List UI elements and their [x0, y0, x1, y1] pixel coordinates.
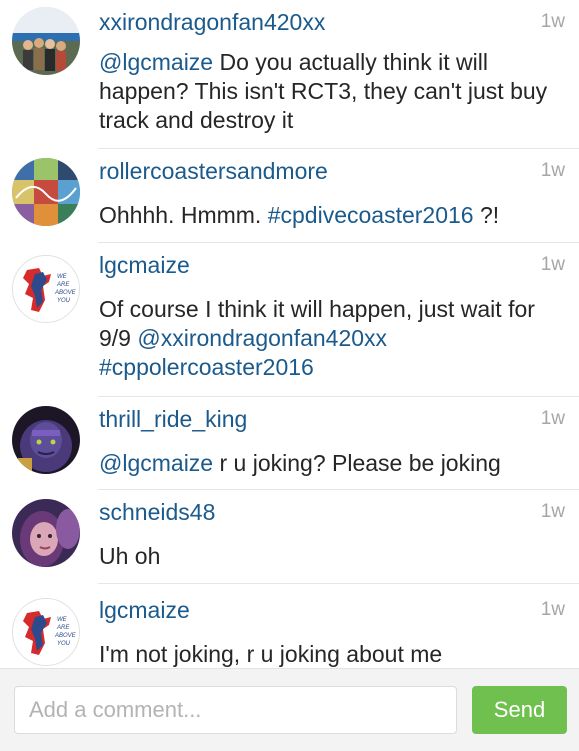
comment-text-part: I'm not joking, r u joking about me	[99, 641, 443, 667]
comment-text: @lgcmaize Do you actually think it will …	[99, 48, 559, 135]
we-are-above-you-logo-icon: WE ARE ABOVE YOU	[13, 599, 79, 665]
comment-username[interactable]: lgcmaize	[99, 251, 190, 279]
comment-text-part: r u joking? Please be joking	[213, 450, 501, 476]
selfie-photo-avatar-icon	[12, 499, 80, 567]
comment-text-part: Ohhhh. Hmmm.	[99, 202, 268, 228]
avatar[interactable]: WE ARE ABOVE YOU	[12, 255, 80, 323]
comment-text: Uh oh	[99, 542, 559, 571]
avatar[interactable]	[12, 7, 80, 75]
comment-username[interactable]: schneids48	[99, 498, 215, 526]
comment-timestamp: 1w	[540, 599, 565, 620]
logo-text: WE	[57, 274, 68, 280]
comment-text: I'm not joking, r u joking about me	[99, 640, 559, 668]
send-button[interactable]: Send	[472, 686, 567, 734]
comment-input[interactable]	[14, 686, 457, 734]
logo-text: WE	[57, 617, 68, 623]
logo-text: ABOVE	[54, 633, 77, 639]
collage-avatar-icon	[12, 158, 80, 226]
avatar[interactable]: WE ARE ABOVE YOU	[12, 598, 80, 666]
comment-text: Of course I think it will happen, just w…	[99, 295, 559, 382]
comment-item: thrill_ride_king 1w @lgcmaize r u joking…	[0, 397, 579, 489]
comment-item: WE ARE ABOVE YOU lgcmaize 1w Of course I…	[0, 243, 579, 396]
comment-timestamp: 1w	[540, 254, 565, 275]
logo-text: YOU	[57, 298, 71, 304]
comment-text-part: Uh oh	[99, 543, 161, 569]
comment-username[interactable]: thrill_ride_king	[99, 405, 247, 433]
comment-item: WE ARE ABOVE YOU lgcmaize 1w I'm not jok…	[0, 584, 579, 668]
logo-text: ARE	[56, 625, 70, 631]
comment-list[interactable]: xxirondragonfan420xx 1w @lgcmaize Do you…	[0, 0, 579, 668]
comment-text: @lgcmaize r u joking? Please be joking	[99, 449, 559, 478]
villain-photo-avatar-icon	[12, 406, 80, 474]
group-photo-avatar-icon	[12, 7, 80, 75]
comment-timestamp: 1w	[540, 408, 565, 429]
mention-link[interactable]: @xxirondragonfan420xx	[137, 325, 387, 351]
comment-timestamp: 1w	[540, 501, 565, 522]
comment-item: schneids48 1w Uh oh	[0, 490, 579, 583]
hashtag-link[interactable]: #cpdivecoaster2016	[268, 202, 474, 228]
comment-timestamp: 1w	[540, 11, 565, 32]
comment-timestamp: 1w	[540, 160, 565, 181]
comment-item: xxirondragonfan420xx 1w @lgcmaize Do you…	[0, 0, 579, 148]
avatar[interactable]	[12, 406, 80, 474]
logo-text: ARE	[56, 282, 70, 288]
we-are-above-you-logo-icon: WE ARE ABOVE YOU	[13, 256, 79, 322]
comment-username[interactable]: rollercoastersandmore	[99, 157, 328, 185]
hashtag-link[interactable]: #cppolercoaster2016	[99, 354, 314, 380]
comment-composer: Send	[0, 668, 579, 751]
logo-text: YOU	[57, 641, 71, 647]
mention-link[interactable]: @lgcmaize	[99, 450, 213, 476]
logo-text: ABOVE	[54, 290, 77, 296]
avatar[interactable]	[12, 158, 80, 226]
mention-link[interactable]: @lgcmaize	[99, 49, 213, 75]
avatar[interactable]	[12, 499, 80, 567]
comment-username[interactable]: xxirondragonfan420xx	[99, 8, 325, 36]
comment-text: Ohhhh. Hmmm. #cpdivecoaster2016 ?!	[99, 201, 559, 230]
comment-username[interactable]: lgcmaize	[99, 596, 190, 624]
comment-text-part: ?!	[473, 202, 500, 228]
comment-item: rollercoastersandmore 1w Ohhhh. Hmmm. #c…	[0, 149, 579, 242]
